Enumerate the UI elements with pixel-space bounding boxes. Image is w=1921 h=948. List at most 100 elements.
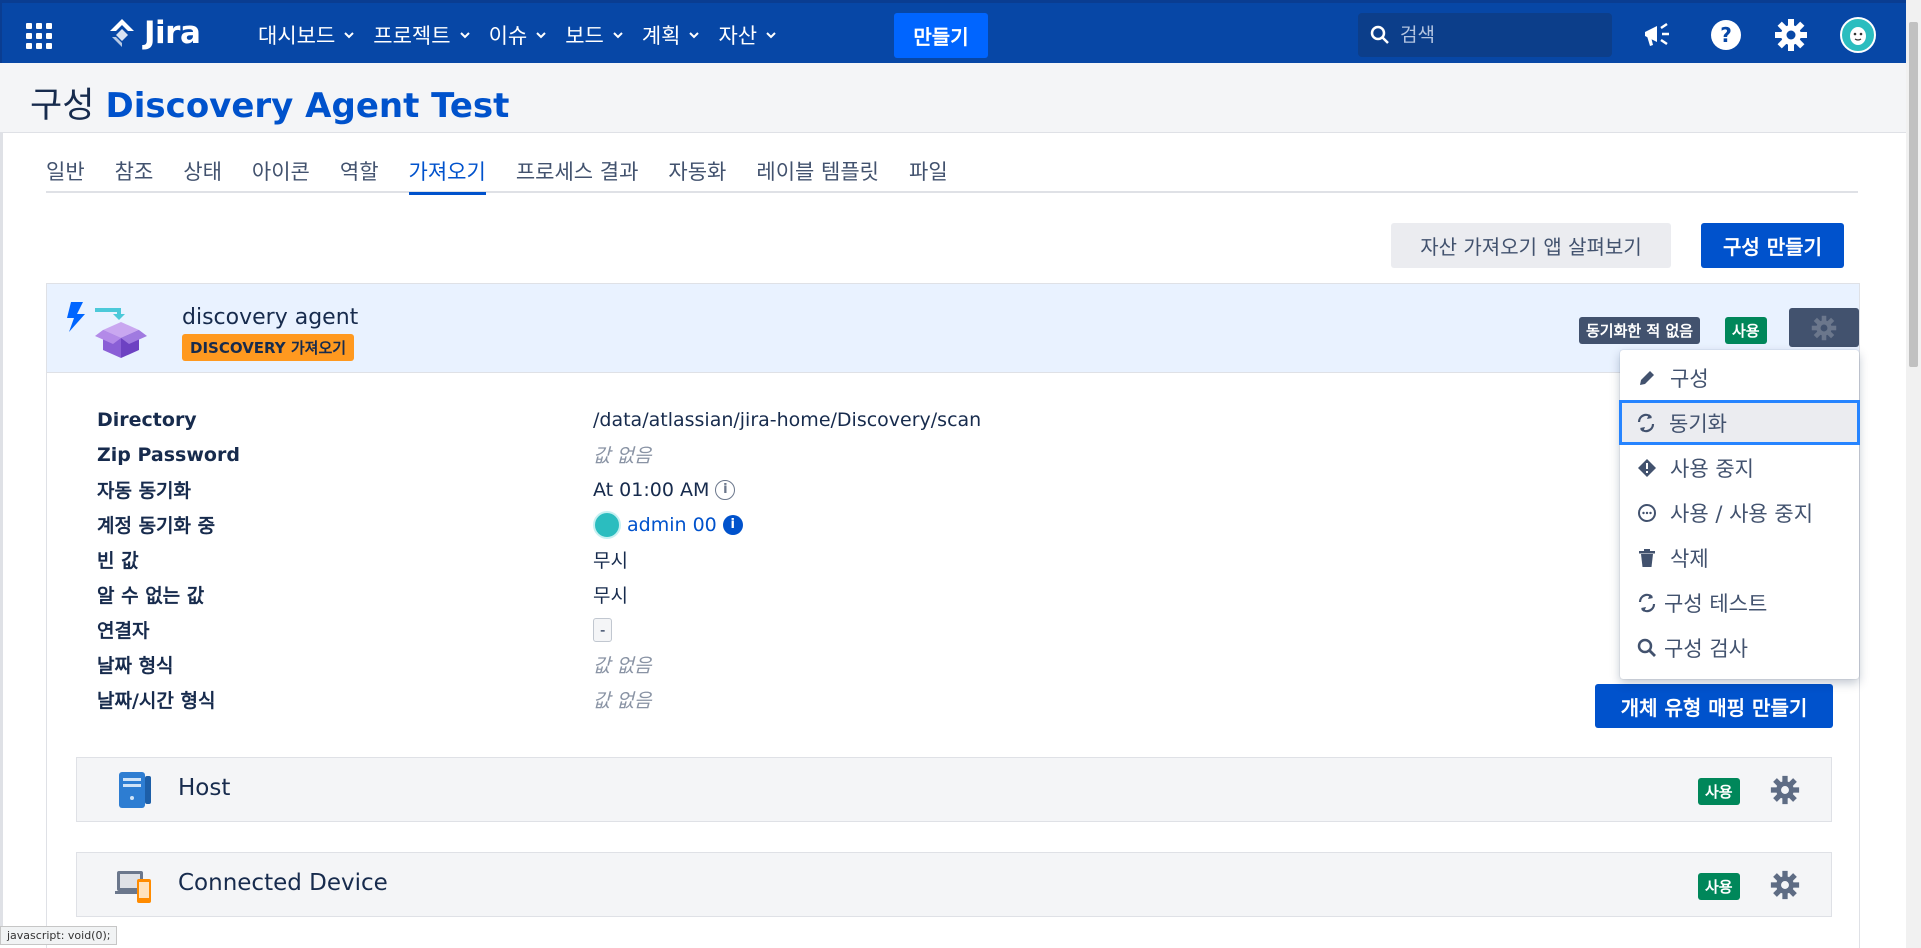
jira-logo[interactable]: Jira <box>106 15 201 51</box>
menu-item-delete[interactable]: 삭제 <box>1620 535 1859 580</box>
config-actions-dropdown: 구성 동기화 사용 중지 사용 / 사용 중지 삭제 구성 테스트 구성 검사 <box>1619 350 1860 679</box>
object-type-name: Connected Device <box>178 870 388 896</box>
search-icon <box>1370 25 1389 44</box>
info-icon[interactable]: i <box>722 514 743 535</box>
search-input[interactable] <box>1400 24 1590 46</box>
user-avatar <box>593 510 621 539</box>
chevron-down-icon <box>459 32 470 39</box>
ellipsis-circle-icon <box>1636 502 1658 524</box>
nav-issues[interactable]: 이슈 <box>480 17 557 53</box>
tab-statuses[interactable]: 상태 <box>183 150 222 193</box>
chevron-down-icon <box>613 32 623 39</box>
config-actions-button[interactable] <box>1789 308 1859 347</box>
user-avatar[interactable] <box>1840 17 1876 53</box>
detail-label: Zip Password <box>97 443 240 466</box>
object-type-row-connected-device[interactable]: Connected Device 사용 <box>76 852 1832 917</box>
warning-icon <box>1636 457 1658 479</box>
sync-icon <box>1636 592 1658 614</box>
create-configuration-button[interactable]: 구성 만들기 <box>1701 223 1844 268</box>
tab-general[interactable]: 일반 <box>46 150 85 193</box>
main-menu: 대시보드 프로젝트 이슈 보드 계획 자산 <box>249 17 786 53</box>
gear-icon <box>1811 315 1837 340</box>
scrollbar-thumb[interactable] <box>1909 22 1918 367</box>
detail-value: admin 00 i <box>593 510 743 539</box>
schema-name-link[interactable]: Discovery Agent Test <box>106 86 510 126</box>
detail-row: 계정 동기화 중 admin 00 i <box>97 507 981 542</box>
detail-row: Zip Password 값 없음 <box>97 437 981 472</box>
sync-user-link[interactable]: admin 00 <box>627 514 717 536</box>
page-title: 구성 Discovery Agent Test <box>30 77 509 128</box>
object-type-row-host[interactable]: Host 사용 <box>76 757 1832 822</box>
tab-icons[interactable]: 아이콘 <box>252 150 310 193</box>
nav-dashboards[interactable]: 대시보드 <box>249 17 364 53</box>
jira-logo-icon <box>110 19 134 47</box>
browse-import-apps-button[interactable]: 자산 가져오기 앱 살펴보기 <box>1391 223 1671 268</box>
gear-icon[interactable] <box>1770 775 1800 805</box>
menu-item-label: 구성 <box>1670 366 1709 391</box>
config-tabs: 일반 참조 상태 아이콘 역할 가져오기 프로세스 결과 자동화 레이블 템플릿… <box>46 150 1858 195</box>
detail-label: 자동 동기화 <box>97 480 192 502</box>
detail-label: 날짜 형식 <box>97 655 174 677</box>
connector-value: - <box>593 617 613 642</box>
create-object-type-mapping-button[interactable]: 개체 유형 매핑 만들기 <box>1595 684 1833 728</box>
menu-item-enable-disable[interactable]: 사용 / 사용 중지 <box>1620 490 1859 535</box>
detail-value: 무시 <box>593 550 628 572</box>
menu-item-label: 구성 테스트 <box>1664 591 1768 616</box>
tab-import[interactable]: 가져오기 <box>408 150 487 195</box>
svg-text:?: ? <box>1720 23 1732 47</box>
nav-label: 자산 <box>718 24 758 48</box>
detail-row: 알 수 없는 값 무시 <box>97 577 981 612</box>
nav-label: 대시보드 <box>258 24 336 48</box>
search-box[interactable] <box>1358 13 1612 57</box>
tab-roles[interactable]: 역할 <box>340 150 379 193</box>
config-type-badge: DISCOVERY 가져오기 <box>182 334 355 361</box>
schedule-value: At 01:00 AM <box>593 478 710 501</box>
sync-status-badge: 동기화한 적 없음 <box>1579 317 1701 344</box>
menu-item-label: 구성 검사 <box>1664 636 1748 661</box>
detail-label: 계정 동기화 중 <box>97 515 216 537</box>
detail-label: 빈 값 <box>97 550 139 572</box>
tab-process-results[interactable]: 프로세스 결과 <box>516 150 639 193</box>
detail-row: 자동 동기화 At 01:00 AM i <box>97 472 981 507</box>
discovery-box-icon <box>67 302 147 358</box>
tab-automation[interactable]: 자동화 <box>668 150 726 193</box>
menu-item-test-config[interactable]: 구성 테스트 <box>1620 580 1859 625</box>
tab-label-templates[interactable]: 레이블 템플릿 <box>756 150 879 193</box>
menu-item-sync[interactable]: 동기화 <box>1619 400 1860 445</box>
left-border <box>0 63 3 933</box>
nav-plans[interactable]: 계획 <box>633 17 710 53</box>
menu-item-disable[interactable]: 사용 중지 <box>1620 445 1859 490</box>
settings-icon[interactable] <box>1773 17 1809 53</box>
nav-label: 이슈 <box>488 24 528 48</box>
nav-label: 프로젝트 <box>373 24 451 48</box>
nav-projects[interactable]: 프로젝트 <box>364 17 479 53</box>
chevron-down-icon <box>689 32 700 39</box>
nav-label: 계획 <box>641 24 681 48</box>
info-icon[interactable]: i <box>715 479 736 500</box>
tab-files[interactable]: 파일 <box>909 150 948 193</box>
object-type-name: Host <box>178 775 231 801</box>
tab-references[interactable]: 참조 <box>115 150 154 193</box>
pencil-icon <box>1636 367 1658 389</box>
gear-icon[interactable] <box>1770 870 1800 900</box>
app-switcher-icon[interactable] <box>26 23 52 49</box>
menu-item-configure[interactable]: 구성 <box>1620 355 1859 400</box>
detail-value: At 01:00 AM i <box>593 478 736 501</box>
detail-value: 값 없음 <box>593 655 652 677</box>
config-details: Directory /data/atlassian/jira-home/Disc… <box>97 402 981 717</box>
nav-boards[interactable]: 보드 <box>556 17 633 53</box>
menu-item-label: 사용 중지 <box>1670 456 1754 481</box>
menu-item-validate-config[interactable]: 구성 검사 <box>1620 625 1859 670</box>
vertical-scrollbar[interactable] <box>1906 0 1921 948</box>
detail-row: Directory /data/atlassian/jira-home/Disc… <box>97 402 981 437</box>
nav-assets[interactable]: 자산 <box>709 17 786 53</box>
megaphone-icon[interactable] <box>1640 17 1676 53</box>
menu-item-label: 동기화 <box>1669 411 1727 436</box>
config-name: discovery agent <box>182 305 359 330</box>
detail-label: 알 수 없는 값 <box>97 585 205 607</box>
create-button[interactable]: 만들기 <box>894 13 988 58</box>
detail-value: /data/atlassian/jira-home/Discovery/scan <box>593 408 982 431</box>
detail-value: 무시 <box>593 585 628 607</box>
page-header: 구성 Discovery Agent Test <box>0 63 1906 133</box>
help-icon[interactable]: ? <box>1708 17 1744 53</box>
